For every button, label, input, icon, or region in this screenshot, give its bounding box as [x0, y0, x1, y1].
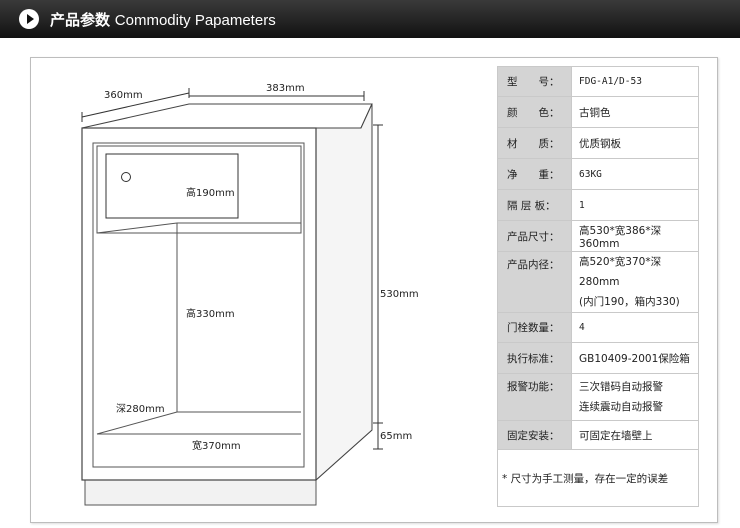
spec-label: 报警功能：	[497, 373, 572, 421]
spec-row: 材 质： 优质钢板	[497, 127, 699, 159]
spec-label: 隔 层 板：	[497, 189, 572, 221]
spec-value: 三次错码自动报警 连续震动自动报警	[571, 373, 699, 421]
spec-value: 高520*宽370*深280mm (内门190，箱内330)	[571, 251, 699, 313]
spec-row: 净 重： 63KG	[497, 158, 699, 190]
spec-label: 材 质：	[497, 127, 572, 159]
spec-value-line: 连续震动自动报警	[579, 401, 663, 413]
spec-label: 固定安装：	[497, 420, 572, 450]
spec-value-line: 高520*宽370*深280mm	[579, 256, 662, 288]
spec-table: 型 号： FDG-A1/D-53 颜 色： 古铜色 材 质： 优质钢板 净 重：…	[497, 66, 699, 507]
spec-value: 1	[571, 189, 699, 221]
spec-label: 产品尺寸：	[497, 220, 572, 252]
spec-row: 门栓数量： 4	[497, 312, 699, 343]
spec-value: 63KG	[571, 158, 699, 190]
spec-label: 执行标准：	[497, 342, 572, 374]
spec-row: 产品内径： 高520*宽370*深280mm (内门190，箱内330)	[497, 251, 699, 313]
spec-row: 报警功能： 三次错码自动报警 连续震动自动报警	[497, 373, 699, 421]
spec-label: 产品内径：	[497, 251, 572, 313]
inner-height-label: 高330mm	[186, 309, 235, 320]
spec-value: 古铜色	[571, 96, 699, 128]
spec-label: 颜 色：	[497, 96, 572, 128]
base-height-label: 65mm	[380, 431, 413, 442]
depth-label: 360mm	[104, 90, 143, 101]
keyhole-icon	[121, 172, 131, 182]
spec-row: 固定安装： 可固定在墙壁上	[497, 420, 699, 450]
spec-label: 净 重：	[497, 158, 572, 190]
spec-value: 优质钢板	[571, 127, 699, 159]
spec-row: 产品尺寸： 高530*宽386*深360mm	[497, 220, 699, 252]
spec-label: 型 号：	[497, 66, 572, 97]
spec-value: 高530*宽386*深360mm	[571, 220, 699, 252]
spec-note: * 尺寸为手工测量，存在一定的误差	[497, 449, 699, 507]
spec-row: 执行标准： GB10409-2001保险箱	[497, 342, 699, 374]
spec-note-row: * 尺寸为手工测量，存在一定的误差	[497, 449, 699, 507]
spec-row: 型 号： FDG-A1/D-53	[497, 66, 699, 97]
inner-door-height-label: 高190mm	[186, 188, 235, 199]
spec-value: FDG-A1/D-53	[571, 66, 699, 97]
inner-width-label: 宽370mm	[192, 441, 241, 452]
spec-label: 门栓数量：	[497, 312, 572, 343]
width-label: 383mm	[266, 83, 305, 94]
spec-row: 隔 层 板： 1	[497, 189, 699, 221]
spec-value: 可固定在墙壁上	[571, 420, 699, 450]
spec-value: 4	[571, 312, 699, 343]
spec-value-line: 三次错码自动报警	[579, 381, 663, 393]
spec-value: GB10409-2001保险箱	[571, 342, 699, 374]
inner-depth-label: 深280mm	[116, 404, 165, 415]
height-label: 530mm	[380, 289, 419, 300]
spec-row: 颜 色： 古铜色	[497, 96, 699, 128]
spec-value-line: (内门190，箱内330)	[579, 296, 680, 308]
safe-side	[315, 103, 373, 482]
